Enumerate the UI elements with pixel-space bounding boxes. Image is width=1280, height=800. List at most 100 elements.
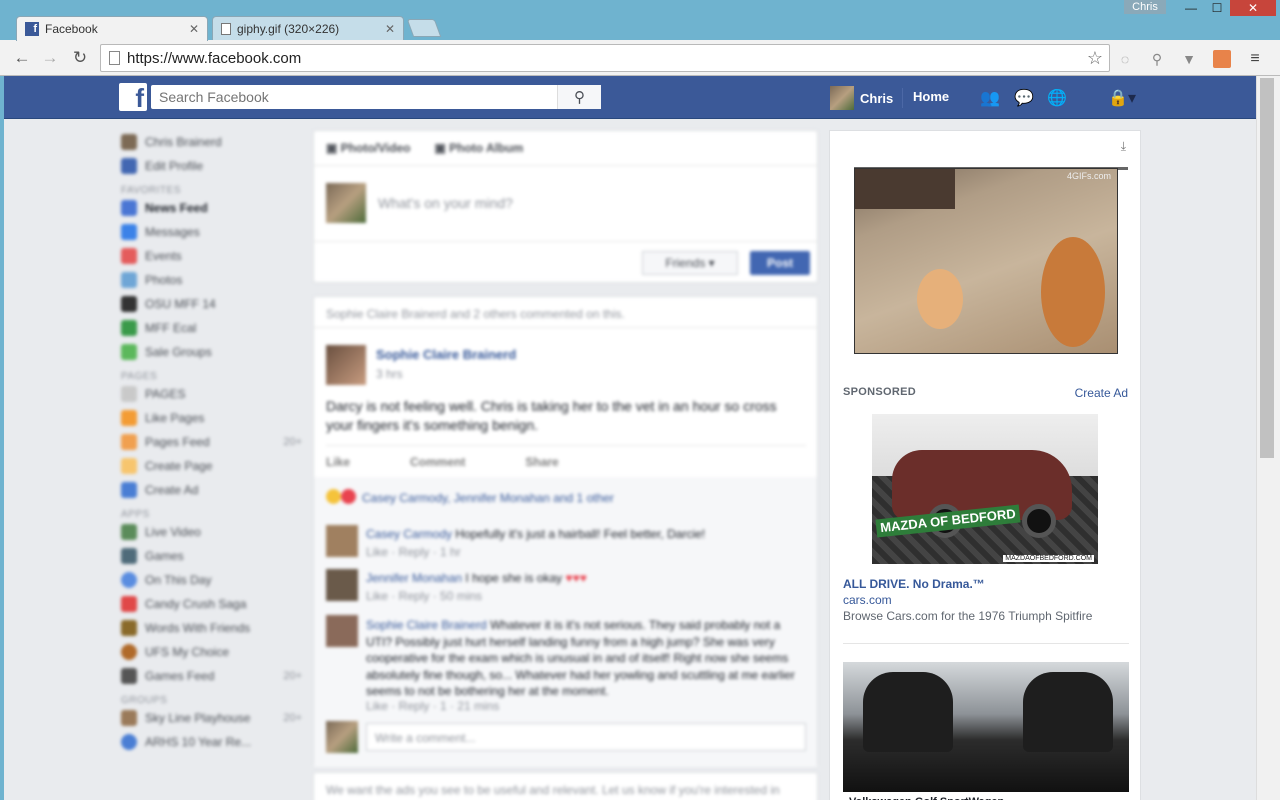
comment-text: Hopefully it's just a hairball! Feel bet… [455,527,706,541]
post-button[interactable]: Post [750,251,810,275]
ad-title[interactable]: ALL DRIVE. No Drama.™ [843,577,985,591]
messages-icon[interactable]: 💬 [1013,88,1035,108]
reactions-summary[interactable]: Casey Carmody, Jennifer Monahan and 1 ot… [362,491,614,505]
page-scrollbar[interactable] [1256,76,1280,800]
ad-domain[interactable]: cars.com [843,593,892,607]
sidebar-item-label: Messages [145,225,200,239]
composer-input[interactable]: What's on your mind? [378,195,513,211]
ad-body: Browse Cars.com for the 1976 Triumph Spi… [843,609,1093,623]
close-tab-icon[interactable]: ✕ [385,22,395,36]
extension-circle-icon[interactable]: ◌ [1116,50,1134,68]
photo-video-button[interactable]: ▣ Photo/Video [326,141,410,155]
sidebar-item-label: OSU MFF 14 [145,297,216,311]
address-bar[interactable]: https://www.facebook.com ☆ [100,44,1110,72]
sidebar-item-pages-feed[interactable]: Pages Feed 20+ [116,430,302,454]
minimize-icon[interactable]: — [1178,0,1204,16]
sidebar-item-like-pages[interactable]: Like Pages [116,406,302,430]
notifications-globe-icon[interactable]: 🌐 [1046,88,1068,108]
post-time[interactable]: 3 hrs [376,367,403,381]
sidebar-item-photos[interactable]: Photos [116,268,302,292]
sidebar-item-create-ad[interactable]: Create Ad [116,478,302,502]
comment-meta[interactable]: Like · Reply · 1 hr [366,545,461,559]
sidebar-item-events[interactable]: Events [116,244,302,268]
window-close-icon[interactable]: ✕ [1230,0,1276,16]
comment-meta[interactable]: Like · Reply · 1 · 21 mins [366,699,499,713]
profile-link[interactable]: Chris [830,86,893,110]
sidebar-item-news-feed[interactable]: News Feed [116,196,302,220]
scrollbar-thumb[interactable] [1260,78,1274,458]
ad-image[interactable] [843,662,1129,792]
search-icon[interactable]: ⚲ [557,85,601,109]
facebook-favicon-icon: f [25,22,39,36]
sidebar-item-group[interactable]: Sale Groups [116,340,302,364]
photo-album-button[interactable]: ▣ Photo Album [434,141,523,155]
sidebar-item-app[interactable]: Games Feed 20+ [116,664,302,688]
browser-user-chip[interactable]: Chris [1124,0,1166,14]
divider [326,445,806,446]
sidebar-item-app[interactable]: Words With Friends [116,616,302,640]
avatar [326,615,358,647]
sidebar-item-app[interactable]: Candy Crush Saga [116,592,302,616]
extension-v-icon[interactable]: ▼ [1180,50,1198,68]
avatar [326,183,366,223]
comment-button[interactable]: Comment [410,455,465,469]
post-author[interactable]: Sophie Claire Brainerd [376,347,516,362]
audience-selector[interactable]: Friends ▾ [642,251,738,275]
comment-author[interactable]: Jennifer Monahan [366,571,462,585]
back-arrow-icon[interactable]: ← [12,48,32,68]
gif-image[interactable]: 4GIFs.com [854,168,1118,354]
nav-divider [902,88,903,108]
close-tab-icon[interactable]: ✕ [189,22,199,36]
ad-title[interactable]: Volkswagen Golf SportWagen [843,792,1129,800]
friend-requests-icon[interactable]: 👥 [979,88,1001,108]
tab-facebook[interactable]: f Facebook ✕ [16,16,208,41]
sidebar-item-page[interactable]: PAGES [116,382,302,406]
page-favicon-icon [221,22,231,35]
comment-input[interactable]: Write a comment... [366,723,806,751]
divider [843,643,1129,644]
tab-giphy[interactable]: giphy.gif (320×226) ✕ [212,16,404,40]
sidebar-item-app[interactable]: Games [116,544,302,568]
sidebar-item-label: PAGES [145,387,186,401]
sidebar-item-label: Chris Brainerd [145,135,222,149]
photo-video-label: Photo/Video [340,141,411,155]
account-menu-icon[interactable]: 🔒▾ [1102,88,1142,108]
sidebar-item-group[interactable]: Sky Line Playhouse 20+ [116,706,302,730]
sidebar-item-group[interactable]: OSU MFF 14 [116,292,302,316]
sidebar-item-app[interactable]: Live Video [116,520,302,544]
bookmark-star-icon[interactable]: ☆ [1087,48,1103,69]
comment-author[interactable]: Casey Carmody [366,527,452,541]
sidebar-item-group[interactable]: MFF Ecal [116,316,302,340]
ad-image[interactable]: MAZDA OF BEDFORD MAZDAOFBEDFORD.COM [872,414,1098,564]
sidebar-item-create-page[interactable]: Create Page [116,454,302,478]
extension-search-icon[interactable]: ⚲ [1148,50,1166,68]
create-ad-link[interactable]: Create Ad [1075,386,1128,400]
sidebar-item-app[interactable]: On This Day [116,568,302,592]
download-icon[interactable]: ⤓ [1121,139,1126,154]
reload-icon[interactable]: ↻ [70,48,90,68]
profile-name: Chris [860,90,894,106]
share-button[interactable]: Share [525,455,558,469]
facebook-header: f ⚲ Chris Home 👥 💬 🌐 🔒▾ [4,76,1256,119]
extension-fox-icon[interactable] [1213,50,1231,68]
gif-watermark: 4GIFs.com [1066,171,1111,181]
home-link[interactable]: Home [913,89,949,104]
maximize-icon[interactable]: ☐ [1204,0,1230,16]
sidebar-item-group[interactable]: ARHS 10 Year Re... [116,730,302,754]
forward-arrow-icon[interactable]: → [40,48,60,68]
facebook-logo-icon[interactable]: f [119,83,147,111]
audience-label: Friends [665,256,706,270]
notice-text: We want the ads you see to be useful and… [326,783,780,797]
search-input[interactable] [151,85,556,109]
words-icon [121,620,137,636]
sidebar-item-profile[interactable]: Chris Brainerd [116,130,302,154]
app-icon [121,644,137,660]
comment-meta[interactable]: Like · Reply · 50 mins [366,589,482,603]
sidebar-item-app[interactable]: UFS My Choice [116,640,302,664]
browser-menu-icon[interactable]: ≡ [1246,50,1264,68]
sidebar-item-edit-profile[interactable]: Edit Profile [116,154,302,178]
like-button[interactable]: Like [326,455,350,469]
new-tab-button[interactable] [406,19,442,37]
comment-author[interactable]: Sophie Claire Brainerd [366,618,487,632]
sidebar-item-messages[interactable]: Messages [116,220,302,244]
